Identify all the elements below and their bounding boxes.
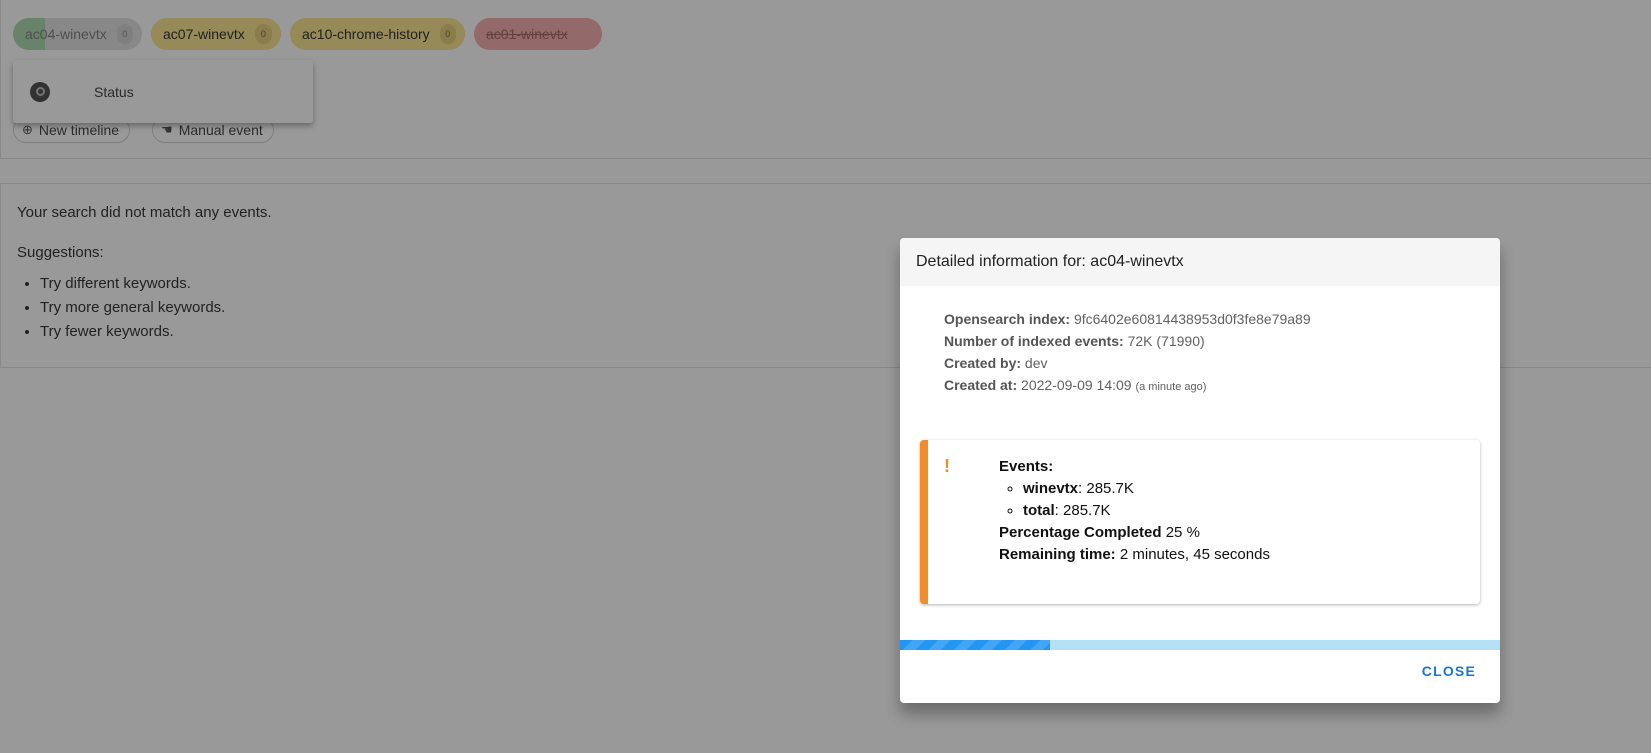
remaining-row: Remaining time: 2 minutes, 45 seconds [999, 544, 1270, 566]
index-value: 9fc6402e60814438953d0f3fe8e79a89 [1073, 311, 1311, 327]
created-at-label: Created at: [944, 377, 1018, 393]
percentage-row: Percentage Completed 25 % [999, 522, 1270, 544]
remaining-label: Remaining time: [999, 546, 1116, 563]
created-by-value: dev [1024, 355, 1048, 371]
events-item: total: 285.7K [1023, 500, 1270, 522]
close-button[interactable]: CLOSE [1414, 655, 1484, 687]
events-item: winevtx: 285.7K [1023, 478, 1270, 500]
timeline-info-dialog: Detailed information for: ac04-winevtx O… [900, 238, 1500, 703]
events-heading: Events: [999, 458, 1054, 475]
created-by-row: Created by: dev [944, 352, 1311, 374]
indexed-events-row: Number of indexed events: 72K (71990) [944, 330, 1311, 352]
index-label: Opensearch index: [944, 311, 1071, 327]
remaining-value: 2 minutes, 45 seconds [1119, 546, 1270, 563]
indexing-progress-bar [900, 640, 1500, 650]
created-by-label: Created by: [944, 355, 1022, 371]
progress-fill [900, 640, 1050, 650]
events-item-name: winevtx [1023, 480, 1079, 497]
percentage-label: Percentage Completed [999, 524, 1162, 541]
events-list: winevtx: 285.7K total: 285.7K [999, 478, 1270, 522]
created-at-relative: (a minute ago) [1135, 381, 1207, 393]
created-at-row: Created at: 2022-09-09 14:09 (a minute a… [944, 374, 1311, 398]
percentage-value: 25 % [1165, 524, 1200, 541]
alert-content: Events: winevtx: 285.7K total: 285.7K Pe… [999, 456, 1270, 566]
index-row: Opensearch index: 9fc6402e60814438953d0f… [944, 308, 1311, 330]
created-at-value: 2022-09-09 14:09 [1021, 377, 1132, 393]
dialog-title: Detailed information for: ac04-winevtx [900, 238, 1500, 286]
indexed-events-value: 72K (71990) [1127, 333, 1205, 349]
warning-icon: ! [944, 456, 950, 476]
timeline-info: Opensearch index: 9fc6402e60814438953d0f… [944, 308, 1311, 398]
events-item-name: total [1023, 502, 1055, 519]
events-item-value: : 285.7K [1054, 502, 1111, 519]
indexing-status-alert: ! Events: winevtx: 285.7K total: 285.7K … [920, 440, 1480, 604]
indexed-events-label: Number of indexed events: [944, 333, 1124, 349]
events-item-value: : 285.7K [1078, 480, 1134, 497]
